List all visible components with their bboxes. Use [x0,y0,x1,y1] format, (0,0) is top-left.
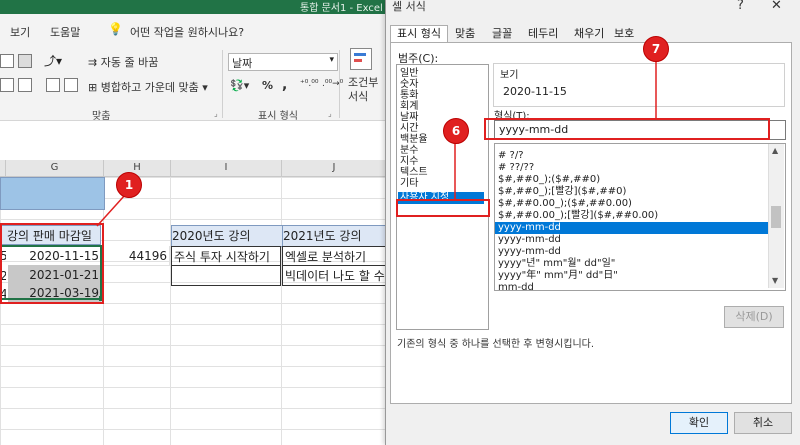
annotation-badge-6: 6 [443,118,469,144]
format-item[interactable]: yyyy-mm-dd [495,234,769,246]
number-format-select[interactable]: 날짜 ▾ [228,53,338,71]
grid-line [281,177,282,445]
increase-indent-icon[interactable] [64,78,78,92]
decrease-indent-icon[interactable] [46,78,60,92]
sample-value: 2020-11-15 [503,85,567,98]
annotation-badge-7: 7 [643,36,669,62]
cell-i-value[interactable]: 주식 투자 시작하기 [171,246,281,266]
format-items: # ?/? # ??/?? $#,##0_);($#,##0) $#,##0_)… [495,150,769,294]
align-right-icon[interactable] [18,78,32,92]
percent-button[interactable]: % [262,79,273,92]
align-group-label: 맞춤 [92,111,111,122]
align-justify-icon[interactable] [18,54,32,68]
dialog-tab-alignment[interactable]: 맞춤 [449,26,481,42]
cell-j-value[interactable]: 빅데이터 나도 할 수 [282,266,386,286]
cell-h-value[interactable]: 44196 [104,246,170,266]
merge-icon: ⊞ [88,81,101,94]
decrease-decimal-icon[interactable]: .⁰⁰→⁰ [322,79,343,89]
tell-me-search[interactable]: 어떤 작업을 원하시나요? [130,24,244,40]
format-scrollbar[interactable]: ▲ ▼ [768,144,784,288]
number-group-label: 표시 형식 [258,111,298,122]
merge-center-button[interactable]: ⊞ 병합하고 가운데 맞춤 ▾ [88,79,208,95]
format-description: 기존의 형식 중 하나를 선택한 후 변형시킵니다. [397,339,595,350]
sample-label: 보기 [498,66,521,81]
format-item[interactable]: yyyy-mm-dd [495,246,769,258]
group-divider [339,50,340,118]
number-format-value: 날짜 [232,57,253,70]
cell-i-header[interactable]: 2020년도 강의 [171,225,283,247]
format-item[interactable]: yyyy"年" mm"月" dd"日" [495,270,769,282]
tab-view[interactable]: 보기 [10,24,30,40]
grid-line [170,177,171,445]
format-item[interactable]: mm-dd [495,282,769,294]
align-center-icon[interactable] [0,78,14,92]
wrap-text-button[interactable]: ⇉ 자동 줄 바꿈 [88,54,158,70]
cancel-button[interactable]: 취소 [734,412,792,434]
dialog-tab-protection[interactable]: 보호 [608,26,640,42]
orientation-icon[interactable]: ⤴▾ [44,52,62,69]
delete-button[interactable]: 삭제(D) [724,306,784,328]
sheet-grid[interactable] [0,177,386,445]
category-item[interactable]: 일반 [398,68,484,79]
category-item[interactable]: 시간 [398,123,484,134]
dialog-title: 셀 서식 [392,0,426,13]
cell-i-empty[interactable] [171,266,281,286]
scrollbar-thumb[interactable] [771,206,781,228]
category-item[interactable]: 날짜 [398,112,484,123]
dialog-tab-number[interactable]: 표시 형식 [390,25,448,43]
comma-button[interactable]: , [282,77,287,93]
annotation-arrow-6 [454,140,456,200]
annotation-badge-1: 1 [116,172,142,198]
increase-decimal-icon[interactable]: ⁺⁰.⁰⁰ [300,79,318,89]
scroll-down-icon[interactable]: ▼ [772,276,778,285]
chevron-down-icon: ▾ [329,55,334,65]
dialog-tab-fill[interactable]: 채우기 [568,26,610,42]
category-item[interactable]: 회계 [398,101,484,112]
column-header-j[interactable]: J [282,160,387,177]
dialog-launcher-icon[interactable]: ⌟ [214,109,218,118]
annotation-box-7 [484,118,770,140]
window-title: 통합 문서1 - Excel [300,3,383,14]
dialog-launcher-icon[interactable]: ⌟ [328,109,332,118]
format-label[interactable]: 서식 [348,88,368,104]
dialog-tab-border[interactable]: 테두리 [522,26,564,42]
lightbulb-icon: 💡 [108,22,123,36]
ok-button[interactable]: 확인 [670,412,728,434]
format-item[interactable]: # ?/? [495,150,769,162]
conditional-format-icon[interactable] [350,48,372,70]
wrap-text-label: 자동 줄 바꿈 [100,56,159,69]
column-header-i[interactable]: I [171,160,282,177]
format-item[interactable]: # ??/?? [495,162,769,174]
cell-j-value[interactable]: 엑셀로 분석하기 [282,246,386,266]
format-item-selected[interactable]: yyyy-mm-dd [495,222,769,234]
format-item[interactable]: yyyy"년" mm"월" dd"일" [495,258,769,270]
format-item[interactable]: $#,##0.00_);[빨강]($#,##0.00) [495,210,769,222]
category-item[interactable]: 통화 [398,90,484,101]
align-left-icon[interactable] [0,54,14,68]
scroll-up-icon[interactable]: ▲ [772,146,778,155]
annotation-arrow-7 [655,58,657,118]
close-button[interactable]: ✕ [771,0,782,13]
title-band-cell[interactable] [0,177,105,210]
format-item[interactable]: $#,##0_);($#,##0) [495,174,769,186]
help-button[interactable]: ? [737,0,744,13]
dialog-tab-font[interactable]: 글꼴 [486,26,518,42]
column-header-g[interactable]: G [6,160,104,177]
merge-center-label: 병합하고 가운데 맞춤 [100,81,199,94]
annotation-box-1 [0,223,104,304]
chevron-down-icon: ▾ [198,81,208,94]
category-item[interactable]: 숫자 [398,79,484,90]
accounting-format-button[interactable]: 💱▾ [230,79,249,92]
format-item[interactable]: $#,##0.00_);($#,##0.00) [495,198,769,210]
cell-j-header[interactable]: 2021년도 강의 [282,225,388,247]
tab-help[interactable]: 도움말 [50,24,80,40]
format-item[interactable]: $#,##0_);[빨강]($#,##0) [495,186,769,198]
wrap-text-icon: ⇉ [88,56,101,69]
group-divider [222,50,223,118]
